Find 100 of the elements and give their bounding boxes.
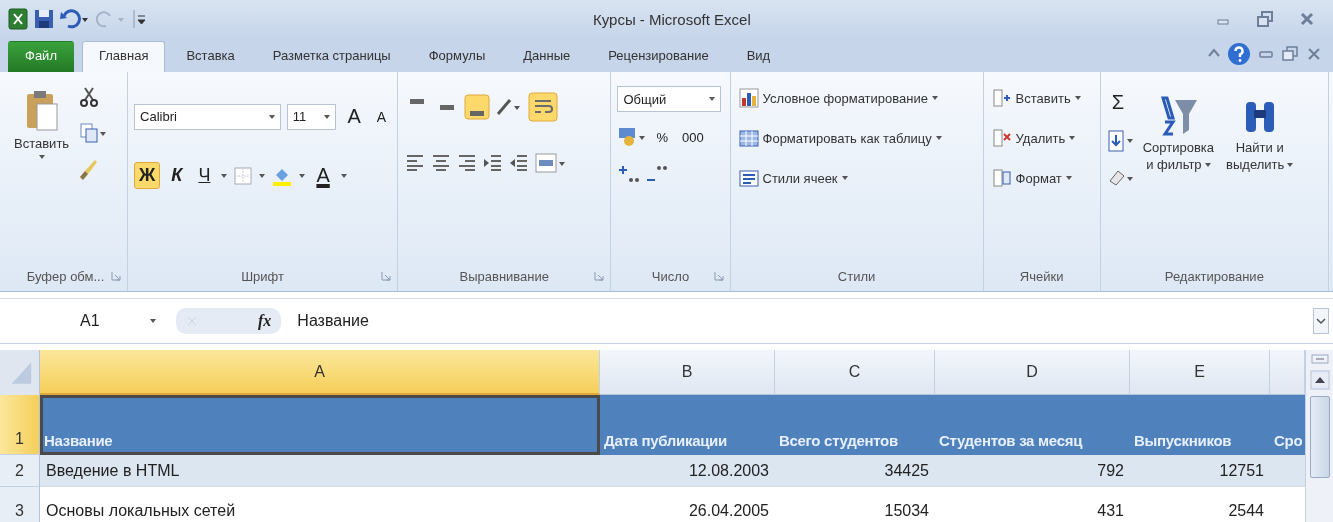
caret-icon[interactable]: [324, 114, 331, 119]
ribbon-tab[interactable]: Главная: [81, 41, 166, 72]
font-style-button[interactable]: Ч: [193, 162, 216, 189]
group-label: Шрифт: [241, 268, 284, 284]
styles-menu-button[interactable]: Условное форматирование: [736, 86, 977, 110]
column-header[interactable]: A: [40, 350, 600, 395]
caret-icon[interactable]: [340, 173, 347, 178]
font-size-field[interactable]: 11: [286, 103, 337, 130]
caret-icon[interactable]: [841, 176, 848, 180]
group-label: Выравнивание: [459, 268, 549, 284]
number-format-field[interactable]: Общий: [617, 86, 722, 112]
font-style-button[interactable]: К: [166, 162, 188, 189]
caret-icon[interactable]: [299, 173, 306, 178]
merge-cells-icon[interactable]: [534, 152, 567, 174]
table-cell: 12.08.2003: [600, 455, 775, 487]
fill-down-icon[interactable]: [1106, 129, 1135, 153]
table-cell: 2544: [1130, 487, 1270, 522]
styles-menu-button[interactable]: Форматировать как таблицу: [736, 126, 977, 150]
brush-icon[interactable]: [79, 158, 100, 182]
column-header[interactable]: B: [600, 350, 775, 395]
caret-icon[interactable]: [931, 96, 938, 100]
table-cell: Выпускников: [1130, 395, 1270, 455]
font-style-button[interactable]: Ж: [134, 162, 161, 189]
caret-icon[interactable]: [709, 97, 716, 101]
table-cell: Основы локальных сетей: [40, 487, 600, 522]
font-name-field[interactable]: Calibri: [134, 103, 281, 130]
row-header[interactable]: 1: [0, 395, 40, 455]
find-select-button[interactable]: Найти и выделить: [1222, 80, 1298, 253]
row-header[interactable]: 3: [0, 487, 40, 522]
caret-icon[interactable]: [221, 173, 228, 178]
caret-icon[interactable]: [1204, 162, 1211, 167]
ribbon-tab[interactable]: Рецензирование: [591, 41, 726, 72]
table-cell: Студентов за месяц: [935, 395, 1130, 455]
caret-icon[interactable]: [38, 155, 45, 159]
column-header[interactable]: E: [1130, 350, 1270, 395]
column-header[interactable]: C: [775, 350, 935, 395]
currency-icon[interactable]: [617, 126, 648, 148]
clipboard-icon: [24, 90, 59, 132]
table-cell: Введение в HTML: [40, 455, 600, 487]
group-label: Буфер обм...: [26, 268, 105, 284]
scissors-icon[interactable]: [79, 86, 100, 108]
save-icon[interactable]: [34, 8, 54, 30]
delete-cells-icon: [991, 128, 1012, 148]
name-box[interactable]: A1: [0, 312, 150, 330]
insert-cells-icon: [991, 88, 1012, 108]
ribbon-tab[interactable]: Вставка: [169, 41, 252, 72]
split-handle-icon[interactable]: [1309, 354, 1330, 364]
close-icon[interactable]: [1305, 46, 1323, 62]
cells-menu-button[interactable]: Вставить: [989, 86, 1094, 110]
table-cell: 12751: [1130, 455, 1270, 487]
group-label: Число: [651, 268, 690, 284]
cells-menu-button[interactable]: Удалить: [989, 126, 1094, 150]
group-label: Стили: [837, 268, 876, 284]
sort-filter-button[interactable]: Сортировка и фильтр: [1138, 80, 1219, 253]
cells-menu-button[interactable]: Формат: [989, 166, 1094, 190]
ribbon-tab[interactable]: Разметка страницы: [255, 41, 408, 72]
restore-icon[interactable]: [1255, 9, 1275, 29]
insert-function-button[interactable]: fx: [258, 312, 272, 330]
font-color-button[interactable]: A: [311, 161, 335, 190]
formula-field[interactable]: Название: [287, 312, 1313, 330]
caret-icon[interactable]: [935, 136, 942, 140]
restore-icon[interactable]: [1281, 46, 1299, 62]
caret-icon[interactable]: [1287, 162, 1294, 167]
ribbon-tab[interactable]: Данные: [506, 41, 588, 72]
customize-icon[interactable]: [132, 8, 146, 30]
cell-styles-icon: [738, 168, 759, 188]
table-cell: 34425: [775, 455, 935, 487]
group-label: Редактирование: [1164, 268, 1264, 284]
ribbon-tab[interactable]: Формулы: [411, 41, 503, 72]
group-label: Ячейки: [1019, 268, 1064, 284]
scroll-thumb[interactable]: [1309, 396, 1330, 478]
copy-icon[interactable]: [79, 122, 108, 144]
caret-icon[interactable]: [268, 114, 275, 119]
grow-font-button[interactable]: A: [342, 102, 366, 131]
caret-icon[interactable]: [1069, 136, 1076, 140]
thousands-button[interactable]: 000: [677, 126, 709, 148]
caret-icon[interactable]: [150, 319, 156, 323]
file-tab[interactable]: Файл: [8, 41, 74, 72]
caret-icon[interactable]: [1074, 96, 1081, 100]
column-header[interactable]: D: [935, 350, 1130, 395]
caret-icon[interactable]: [1065, 176, 1072, 180]
table-cell: 792: [935, 455, 1130, 487]
wrap-text-icon[interactable]: [528, 92, 559, 122]
table-icon: [738, 128, 759, 148]
table-cell: Название: [40, 395, 600, 455]
scroll-up-icon[interactable]: [1309, 370, 1330, 390]
ribbon-tab[interactable]: Вид: [729, 41, 788, 72]
excel-logo-icon[interactable]: [8, 8, 28, 30]
row-header[interactable]: 2: [0, 455, 40, 487]
shrink-font-button[interactable]: A: [371, 105, 392, 128]
table-cell: 26.04.2005: [600, 487, 775, 522]
autosum-button[interactable]: Σ: [1106, 88, 1135, 117]
vertical-align-icon[interactable]: [464, 94, 491, 120]
table-cell: Дата публикации: [600, 395, 775, 455]
percent-button[interactable]: %: [651, 126, 673, 148]
help-icon[interactable]: [1227, 42, 1251, 66]
undo-icon[interactable]: [60, 8, 90, 30]
paste-button[interactable]: Вставить: [10, 80, 74, 253]
styles-menu-button[interactable]: Стили ячеек: [736, 166, 977, 190]
caret-icon[interactable]: [259, 173, 266, 178]
